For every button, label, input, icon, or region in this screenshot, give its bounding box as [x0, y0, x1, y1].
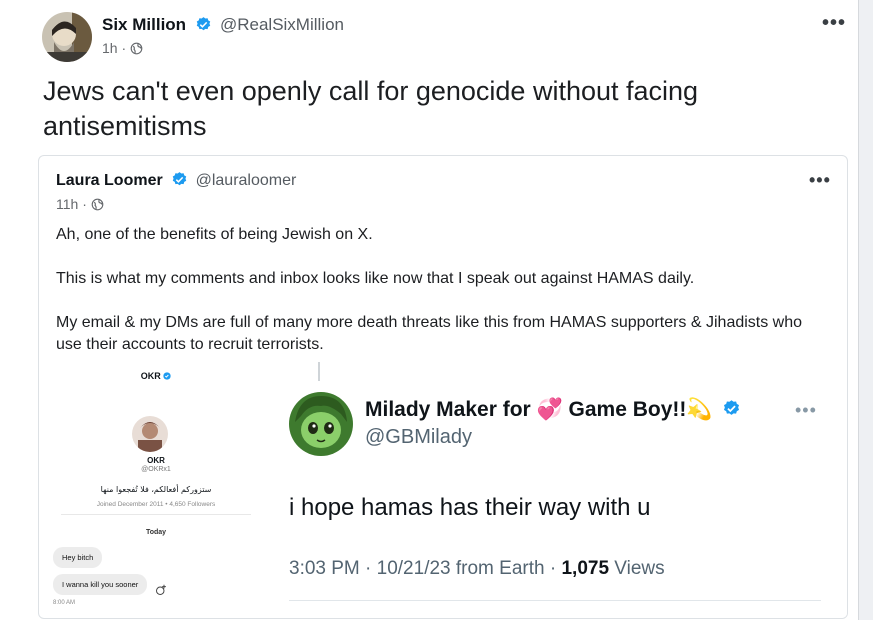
- quoted-post[interactable]: Laura Loomer @lauraloomer 11h · ••• Ah, …: [38, 155, 848, 619]
- tweet-screenshot-image[interactable]: Milady Maker for 💞 Game Boy!!💫 @GBMilady…: [261, 362, 847, 618]
- tweet-author-name: Milady Maker for 💞 Game Boy!!💫: [365, 398, 741, 424]
- dm-handle: @OKRx1: [141, 466, 171, 473]
- author-avatar[interactable]: [42, 12, 92, 62]
- post-card: Six Million @RealSixMillion 1h · ••• Jew…: [0, 0, 859, 620]
- globe-icon: [91, 198, 104, 214]
- tweet-author-handle: @GBMilady: [365, 426, 472, 448]
- dm-name: OKR: [147, 456, 165, 465]
- quote-author-handle[interactable]: @lauraloomer: [196, 172, 297, 189]
- divider: [289, 600, 821, 601]
- quote-meta: 11h ·: [56, 196, 104, 214]
- dm-bio: ستزوركم أفعالكم، فلا تُفجعوا منها: [100, 485, 212, 494]
- dm-screenshot-image[interactable]: OKR OKR @OKRx1 ستزوركم أفعالكم، فلا تُفج…: [53, 362, 259, 614]
- author-handle[interactable]: @RealSixMillion: [220, 15, 344, 34]
- dm-title-text: OKR: [140, 371, 161, 381]
- meta-separator: ·: [121, 40, 131, 56]
- quote-time[interactable]: 11h: [56, 196, 78, 212]
- dm-title: OKR: [53, 371, 259, 382]
- quote-paragraph: My email & my DMs are full of many more …: [56, 314, 803, 353]
- quote-header: Laura Loomer @lauraloomer: [56, 171, 296, 193]
- tweet-views-count: 1,075: [561, 558, 610, 579]
- quote-author-name[interactable]: Laura Loomer: [56, 172, 163, 189]
- post-text: Jews can't even openly call for genocide…: [43, 76, 699, 141]
- post-meta: 1h ·: [102, 40, 143, 58]
- tweet-author-name-text: Milady Maker for 💞 Game Boy!!💫: [365, 398, 713, 421]
- meta-separator: ·: [82, 196, 91, 212]
- post-more-button[interactable]: •••: [822, 12, 846, 35]
- add-reaction-icon: [155, 584, 167, 599]
- verified-badge-icon: [171, 171, 188, 193]
- verified-badge-icon: [195, 16, 212, 38]
- quote-paragraph: Ah, one of the benefits of being Jewish …: [56, 226, 373, 243]
- thread-line: [318, 362, 320, 381]
- post-header: Six Million @RealSixMillion: [102, 15, 344, 38]
- author-name[interactable]: Six Million: [102, 15, 186, 34]
- divider: [61, 514, 251, 515]
- verified-badge-icon: [163, 372, 171, 382]
- tweet-meta: 3:03 PM · 10/21/23 from Earth · 1,075 Vi…: [289, 558, 665, 580]
- tweet-views-label: Views: [609, 558, 665, 579]
- quote-paragraph: This is what my comments and inbox looks…: [56, 270, 695, 287]
- tweet-meta-text: 3:03 PM · 10/21/23 from Earth ·: [289, 558, 562, 579]
- dm-today-label: Today: [145, 529, 167, 536]
- verified-badge-icon: [722, 399, 741, 424]
- tweet-more-icon: •••: [795, 400, 817, 420]
- dm-avatar: [132, 416, 168, 452]
- tweet-text: i hope hamas has their way with u: [289, 494, 651, 521]
- globe-icon: [130, 42, 143, 58]
- dm-message: Hey bitch: [53, 547, 103, 568]
- tweet-avatar: [289, 392, 353, 456]
- post-time[interactable]: 1h: [102, 40, 118, 56]
- dm-joined: Joined December 2011 • 4,650 Followers: [96, 501, 216, 508]
- quote-body: Ah, one of the benefits of being Jewish …: [56, 224, 826, 378]
- quote-more-button[interactable]: •••: [809, 170, 831, 191]
- dm-time: 8:00 AM: [53, 600, 76, 606]
- dm-message: I wanna kill you sooner: [53, 574, 148, 595]
